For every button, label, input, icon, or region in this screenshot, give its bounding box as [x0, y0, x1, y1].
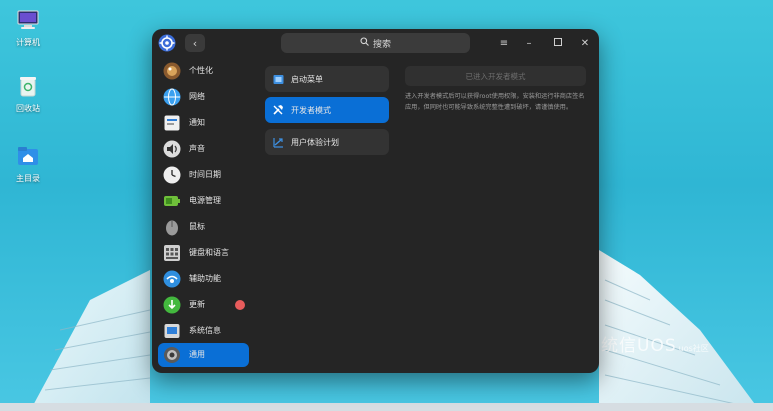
personalization-icon — [163, 62, 181, 80]
developer-tools-icon — [272, 104, 284, 116]
user-experience-icon — [272, 136, 284, 148]
clock-icon — [163, 166, 181, 184]
maximize-icon — [554, 37, 562, 49]
middle-item-user-experience[interactable]: 用户体验计划 — [265, 129, 389, 155]
chevron-left-icon: ‹ — [192, 36, 198, 50]
update-icon — [163, 296, 181, 314]
home-folder-icon — [17, 145, 39, 167]
mouse-icon — [166, 220, 178, 236]
sidebar-item-notification[interactable]: 通知 — [158, 111, 249, 135]
general-icon — [164, 347, 180, 363]
minimize-button[interactable]: – — [522, 36, 536, 50]
close-icon: ✕ — [580, 37, 590, 49]
menu-button[interactable]: ≡ — [497, 36, 511, 50]
sidebar-item-network[interactable]: 网络 — [158, 85, 249, 109]
wallpaper-watermark: 统信UOS uos社区 — [601, 336, 709, 356]
desktop-computer[interactable]: 计算机 — [0, 9, 56, 48]
computer-icon — [17, 9, 39, 31]
sidebar-item-update[interactable]: 更新 — [158, 293, 249, 317]
titlebar: ‹ 搜索 ≡ – ✕ — [152, 29, 599, 59]
sidebar-item-personalization[interactable]: 个性化 — [158, 59, 249, 83]
menu-icon: ≡ — [499, 37, 509, 49]
middle-item-boot-menu[interactable]: 启动菜单 — [265, 66, 389, 92]
control-center-window: ‹ 搜索 ≡ – ✕ 个性化 网络 通知 声音 时间日期 电源管理 鼠标 键盘和… — [152, 29, 599, 373]
enter-developer-mode-button[interactable]: 已进入开发者模式 — [405, 66, 586, 86]
keyboard-icon — [164, 245, 180, 261]
sidebar-item-sound[interactable]: 声音 — [158, 137, 249, 161]
search-icon — [360, 37, 369, 49]
accessibility-icon — [163, 270, 181, 288]
developer-mode-description: 进入开发者模式后可以获得root使用权限，安装和运行非商店签名应用，但同时也可能… — [405, 93, 585, 111]
control-center-logo-icon — [158, 34, 176, 52]
sidebar: 个性化 网络 通知 声音 时间日期 电源管理 鼠标 键盘和语言 辅助功能 更新 … — [152, 59, 256, 373]
back-button[interactable]: ‹ — [185, 34, 205, 52]
sound-icon — [163, 140, 181, 158]
minimize-icon: – — [526, 37, 532, 49]
desktop-home[interactable]: 主目录 — [0, 145, 56, 184]
sidebar-item-power[interactable]: 电源管理 — [158, 189, 249, 213]
sidebar-item-datetime[interactable]: 时间日期 — [158, 163, 249, 187]
search-input[interactable]: 搜索 — [281, 33, 470, 53]
trash-icon — [17, 75, 39, 97]
sidebar-item-accessibility[interactable]: 辅助功能 — [158, 267, 249, 291]
sidebar-item-general[interactable]: 通用 — [158, 343, 249, 367]
desktop-trash[interactable]: 回收站 — [0, 75, 56, 114]
maximize-button[interactable] — [551, 36, 565, 50]
power-icon — [164, 196, 180, 206]
sidebar-item-mouse[interactable]: 鼠标 — [158, 215, 249, 239]
network-icon — [163, 88, 181, 106]
boot-menu-icon — [272, 73, 284, 85]
search-placeholder: 搜索 — [372, 39, 391, 50]
update-badge — [235, 300, 245, 310]
close-button[interactable]: ✕ — [578, 36, 592, 50]
system-info-icon — [164, 324, 180, 338]
sidebar-item-keyboard[interactable]: 键盘和语言 — [158, 241, 249, 265]
sidebar-item-system-info[interactable]: 系统信息 — [158, 319, 249, 343]
notification-icon — [164, 115, 180, 131]
middle-item-developer-mode[interactable]: 开发者模式 — [265, 97, 389, 123]
